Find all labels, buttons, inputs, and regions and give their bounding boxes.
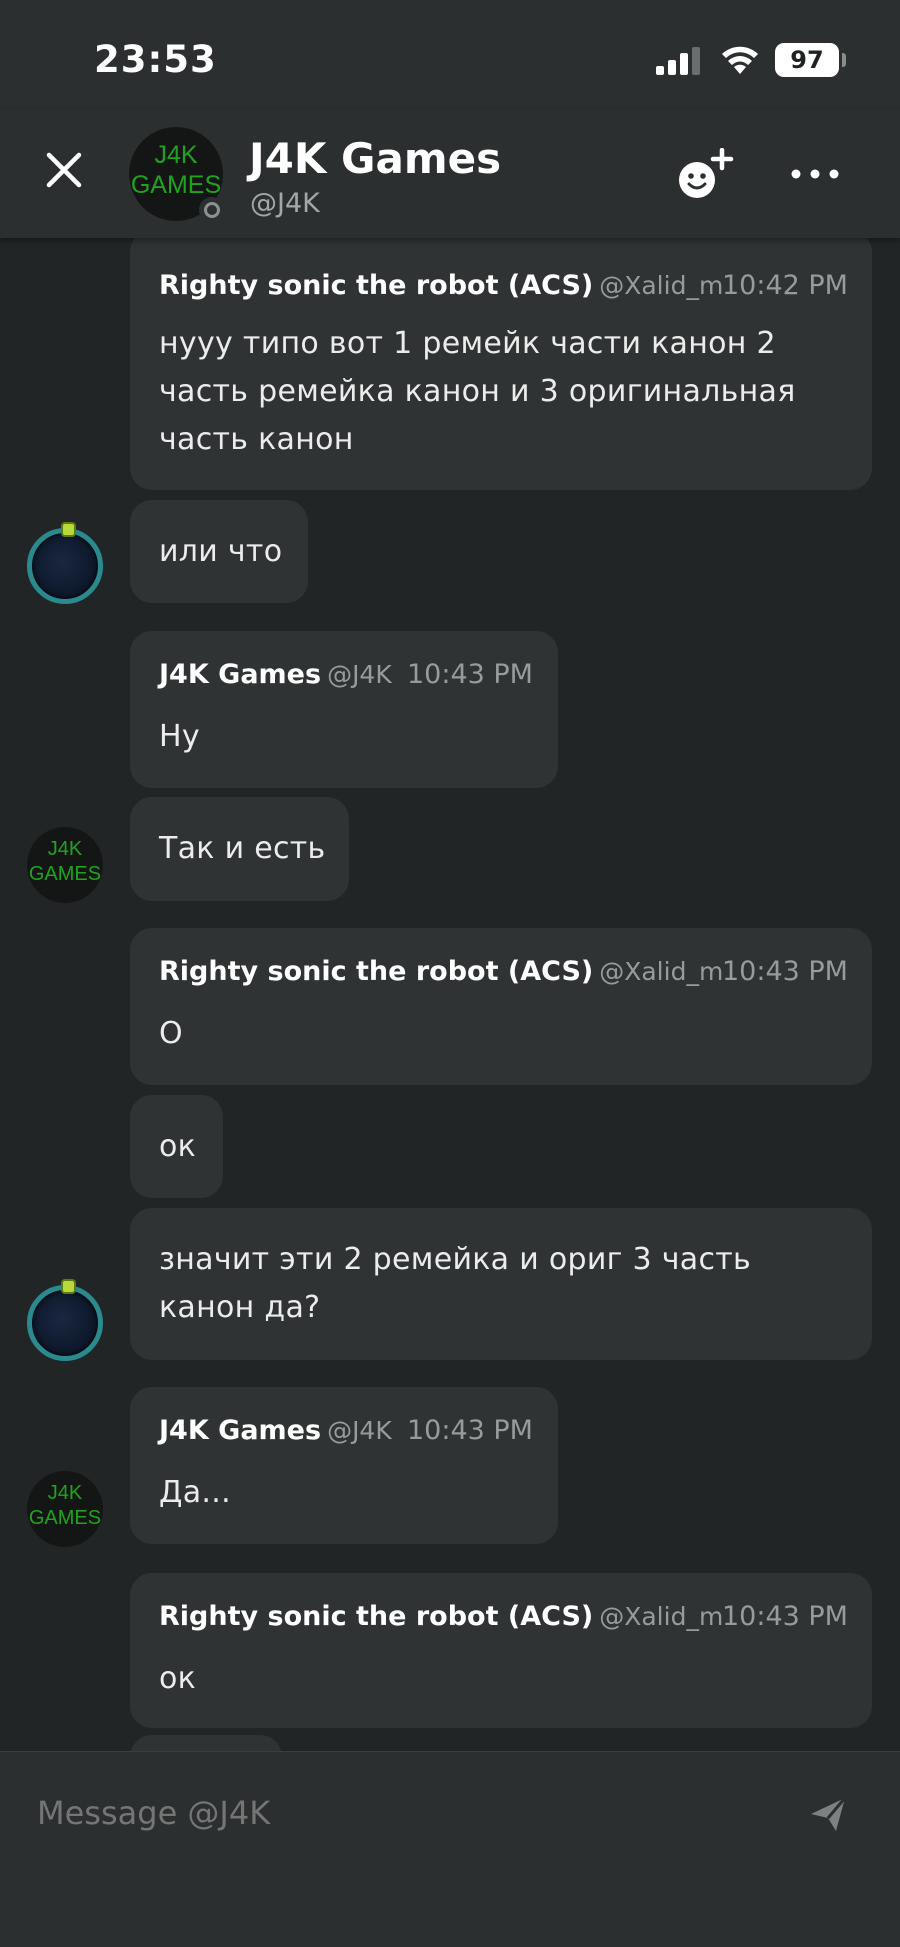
- chat-header: J4K GAMES J4K Games @J4K: [0, 110, 900, 238]
- message-bubble[interactable]: ок: [130, 1095, 223, 1198]
- message-line: часть канон: [159, 422, 354, 457]
- user-avatar[interactable]: J4K GAMES: [27, 827, 103, 903]
- message-bubble[interactable]: или что: [130, 500, 308, 603]
- avatar-logo-text: J4K GAMES: [129, 140, 223, 200]
- message-meta: J4K Games @J4K: [159, 1415, 392, 1446]
- message-bubble[interactable]: Righty sonic the robot (ACS) @Xalid_m 10:…: [130, 928, 872, 1085]
- logo-line-1: J4K: [154, 141, 198, 169]
- message-text: или что: [159, 534, 283, 569]
- message-author[interactable]: Righty sonic the robot (ACS): [159, 270, 593, 301]
- message-author[interactable]: Righty sonic the robot (ACS): [159, 1601, 593, 1632]
- message-line: нууу типо вот 1 ремейк части канон 2: [159, 326, 776, 361]
- battery-tip: [842, 53, 846, 67]
- lock-badge-icon: [61, 1279, 76, 1294]
- message-author[interactable]: J4K Games: [159, 1415, 321, 1446]
- logo-line-1: J4K: [47, 1482, 83, 1504]
- chat-handle: @J4K: [250, 188, 320, 219]
- avatar-logo-text: J4K GAMES: [27, 837, 103, 887]
- message-time: 10:42 PM: [722, 270, 848, 301]
- message-text: ок: [159, 1129, 197, 1164]
- message-handle: @J4K: [327, 1416, 392, 1445]
- user-avatar[interactable]: [27, 1279, 103, 1361]
- message-text: Да...: [159, 1475, 231, 1510]
- close-icon[interactable]: [44, 150, 84, 190]
- more-options-icon[interactable]: [790, 166, 840, 182]
- message-meta: Righty sonic the robot (ACS) @Xalid_m: [159, 270, 723, 301]
- message-handle: @J4K: [327, 660, 392, 689]
- message-bubble[interactable]: Righty sonic the robot (ACS) @Xalid_m 10:…: [130, 230, 872, 490]
- logo-line-2: GAMES: [28, 863, 102, 885]
- lock-badge-icon: [61, 522, 76, 537]
- message-bubble[interactable]: значит эти 2 ремейка и ориг 3 часть кано…: [130, 1208, 872, 1360]
- wifi-icon: [722, 46, 758, 74]
- message-handle: @Xalid_m: [599, 1602, 724, 1631]
- send-icon[interactable]: [808, 1794, 848, 1834]
- message-time: 10:43 PM: [407, 659, 533, 690]
- message-text: О: [159, 1016, 183, 1051]
- presence-status-icon: [199, 197, 225, 223]
- avatar-logo-text: J4K GAMES: [27, 1481, 103, 1531]
- message-text: ок: [159, 1661, 197, 1696]
- message-line: канон да?: [159, 1290, 321, 1325]
- chat-title[interactable]: J4K Games: [249, 134, 501, 183]
- header-avatar[interactable]: J4K GAMES: [129, 127, 225, 223]
- message-time: 10:43 PM: [722, 1601, 848, 1632]
- logo-line-1: J4K: [47, 838, 83, 860]
- message-meta: J4K Games @J4K: [159, 659, 392, 690]
- battery-level: 97: [775, 43, 839, 77]
- message-bubble[interactable]: Так и есть: [130, 797, 349, 901]
- cellular-signal-icon: [656, 47, 700, 75]
- message-handle: @Xalid_m: [599, 957, 724, 986]
- status-time: 23:53: [94, 38, 217, 81]
- message-time: 10:43 PM: [407, 1415, 533, 1446]
- message-time: 10:43 PM: [722, 956, 848, 987]
- message-bubble[interactable]: Righty sonic the robot (ACS) @Xalid_m 10:…: [130, 1573, 872, 1728]
- message-composer: [0, 1751, 900, 1947]
- message-author[interactable]: J4K Games: [159, 659, 321, 690]
- message-bubble[interactable]: J4K Games @J4K 10:43 PM Да...: [130, 1387, 558, 1544]
- message-bubble[interactable]: J4K Games @J4K 10:43 PM Ну: [130, 631, 558, 788]
- user-avatar[interactable]: [27, 522, 103, 604]
- message-line: часть ремейка канон и 3 оригинальная: [159, 374, 796, 409]
- message-text: Ну: [159, 719, 200, 754]
- message-line: значит эти 2 ремейка и ориг 3 часть: [159, 1242, 752, 1277]
- message-meta: Righty sonic the robot (ACS) @Xalid_m: [159, 1601, 723, 1632]
- message-text: значит эти 2 ремейка и ориг 3 часть кано…: [159, 1236, 751, 1332]
- status-bar: 23:53 97: [0, 0, 900, 110]
- message-text: нууу типо вот 1 ремейк части канон 2 час…: [159, 320, 796, 464]
- message-handle: @Xalid_m: [599, 271, 724, 300]
- logo-line-2: GAMES: [28, 1507, 102, 1529]
- logo-line-2: GAMES: [130, 171, 222, 199]
- message-text: Так и есть: [159, 831, 326, 866]
- message-input[interactable]: [37, 1788, 737, 1838]
- user-avatar[interactable]: J4K GAMES: [27, 1471, 103, 1547]
- message-meta: Righty sonic the robot (ACS) @Xalid_m: [159, 956, 723, 987]
- message-author[interactable]: Righty sonic the robot (ACS): [159, 956, 593, 987]
- add-to-chat-icon[interactable]: [675, 148, 735, 204]
